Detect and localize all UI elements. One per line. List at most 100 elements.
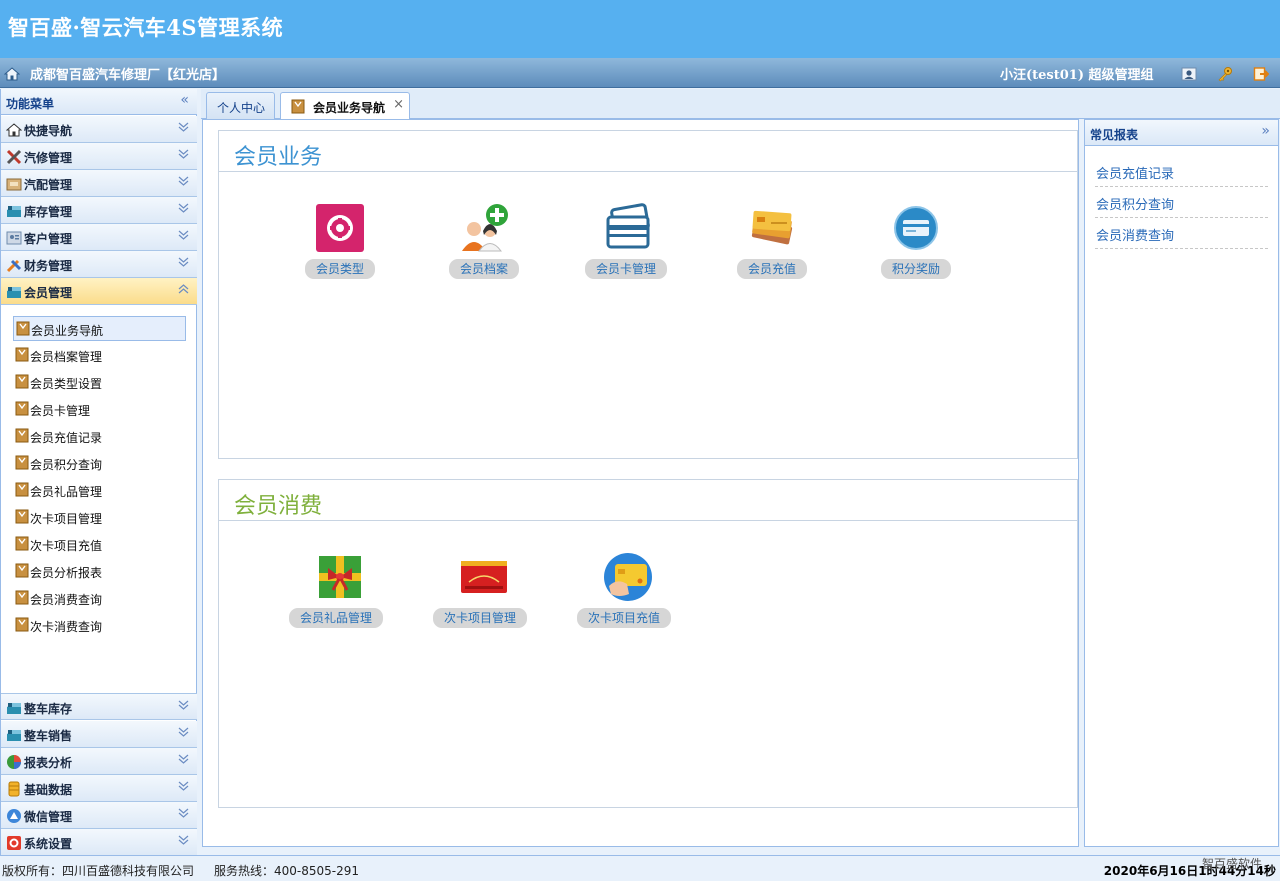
- member-book-icon: [291, 99, 305, 114]
- sub-item-label: 会员卡管理: [30, 404, 91, 418]
- logout-icon[interactable]: [1253, 66, 1269, 82]
- member-book-icon: [15, 563, 29, 578]
- menu-item-label: 整车库存: [24, 702, 73, 716]
- sub-item-card-consumption[interactable]: 次卡消费查询: [13, 613, 186, 638]
- wechat-icon: [7, 809, 21, 823]
- home-icon: [6, 123, 22, 137]
- panel-title: 常见报表: [1090, 128, 1139, 142]
- chevron-down-icon: [178, 122, 189, 132]
- sub-item-recharge-record[interactable]: 会员充值记录: [13, 424, 186, 449]
- sub-item-label: 次卡项目充值: [30, 539, 103, 553]
- chevron-down-icon: [178, 781, 189, 791]
- report-link-consumption[interactable]: 会员消费查询: [1095, 218, 1268, 249]
- sub-item-label: 会员分析报表: [30, 566, 103, 580]
- menu-item-wechat[interactable]: 微信管理: [1, 802, 197, 829]
- menu-item-label: 微信管理: [24, 810, 73, 824]
- contact-icon: [6, 231, 22, 245]
- tile-label: 会员充值: [737, 259, 807, 279]
- tile-member-recharge[interactable]: 会员充值: [721, 203, 821, 283]
- card-circle-icon: [894, 206, 938, 250]
- database-icon: [8, 781, 20, 797]
- tile-member-card[interactable]: 会员卡管理: [577, 203, 677, 283]
- chevron-down-icon: [178, 727, 189, 737]
- member-book-icon: [15, 509, 29, 524]
- tile-label: 次卡项目充值: [577, 608, 671, 628]
- sub-item-member-archive[interactable]: 会员档案管理: [13, 343, 186, 368]
- tab-label: 个人中心: [217, 101, 266, 115]
- tab-member-business-nav[interactable]: 会员业务导航 ×: [280, 92, 410, 120]
- top-banner: 智百盛·智云汽车4S管理系统: [0, 0, 1280, 58]
- report-link-recharge[interactable]: 会员充值记录: [1095, 156, 1268, 187]
- menu-item-parts[interactable]: 汽配管理: [1, 170, 197, 197]
- chevron-down-icon: [178, 149, 189, 159]
- tab-strip: 个人中心 会员业务导航 ×: [201, 89, 1280, 120]
- warehouse-icon: [7, 206, 21, 217]
- chevron-down-icon: [178, 257, 189, 267]
- close-icon[interactable]: ×: [393, 97, 404, 112]
- tile-card-project-management[interactable]: 次卡项目管理: [433, 552, 533, 632]
- panel-header: 会员业务: [219, 131, 1077, 172]
- cards-icon: [606, 203, 650, 249]
- member-book-icon: [15, 428, 29, 443]
- report-link-points[interactable]: 会员积分查询: [1095, 187, 1268, 218]
- sub-item-gift[interactable]: 会员礼品管理: [13, 478, 186, 503]
- sub-item-consumption-query[interactable]: 会员消费查询: [13, 586, 186, 611]
- sub-item-points-query[interactable]: 会员积分查询: [13, 451, 186, 476]
- tile-card-project-recharge[interactable]: 次卡项目充值: [577, 552, 677, 632]
- menu-item-inventory[interactable]: 库存管理: [1, 197, 197, 224]
- menu-item-label: 快捷导航: [24, 124, 73, 138]
- shop-name: 成都智百盛汽车修理厂【红光店】: [30, 68, 226, 83]
- users-add-icon: [462, 204, 508, 252]
- tile-label: 会员礼品管理: [289, 608, 383, 628]
- menu-item-system-settings[interactable]: 系统设置: [1, 829, 197, 856]
- watermark: 智百盛软件: [1201, 857, 1262, 871]
- key-icon[interactable]: [1217, 66, 1233, 82]
- user-profile-icon[interactable]: [1181, 66, 1197, 82]
- credit-cards-icon: [751, 210, 793, 245]
- panel-header: 会员消费: [219, 480, 1077, 521]
- vehicle-stock-icon: [7, 703, 21, 714]
- member-book-icon: [15, 374, 29, 389]
- menu-item-label: 客户管理: [24, 232, 73, 246]
- sub-item-label: 会员充值记录: [30, 431, 103, 445]
- home-icon[interactable]: [4, 66, 20, 82]
- menu-item-base-data[interactable]: 基础数据: [1, 775, 197, 802]
- service-hotline: 服务热线：400-8505-291: [214, 864, 360, 878]
- sub-item-card-project[interactable]: 次卡项目管理: [13, 505, 186, 530]
- sub-item-label: 会员礼品管理: [30, 485, 103, 499]
- menu-item-reports[interactable]: 报表分析: [1, 748, 197, 775]
- menu-item-label: 汽配管理: [24, 178, 73, 192]
- menu-item-member[interactable]: 会员管理: [1, 278, 197, 305]
- sub-item-analysis[interactable]: 会员分析报表: [13, 559, 186, 584]
- menu-item-label: 整车销售: [24, 729, 73, 743]
- chevron-down-icon: [178, 835, 189, 845]
- tile-points-reward[interactable]: 积分奖励: [865, 203, 965, 283]
- collapse-sidebar-icon[interactable]: «: [180, 92, 189, 108]
- menu-item-repair[interactable]: 汽修管理: [1, 143, 197, 170]
- menu-item-finance[interactable]: 财务管理: [1, 251, 197, 278]
- sub-item-label: 会员类型设置: [30, 377, 103, 391]
- expand-icon[interactable]: »: [1261, 123, 1270, 139]
- member-consumption-panel: 会员消费 会员礼品管理 次卡项目管理 次卡项目充值: [218, 479, 1078, 808]
- vehicle-sales-icon: [7, 730, 21, 741]
- tile-member-archive[interactable]: 会员档案: [433, 203, 533, 283]
- sub-item-member-type[interactable]: 会员类型设置: [13, 370, 186, 395]
- main-content: 会员业务 会员类型 会员档案 会员卡管理 会员充值 积分奖励 会员消费 会员礼品…: [202, 119, 1079, 847]
- member-book-icon: [16, 321, 30, 336]
- sub-item-card-recharge[interactable]: 次卡项目充值: [13, 532, 186, 557]
- sub-item-label: 会员业务导航: [31, 324, 104, 338]
- menu-item-quick-nav[interactable]: 快捷导航: [1, 116, 197, 143]
- tab-personal-center[interactable]: 个人中心: [206, 92, 275, 119]
- menu-item-label: 汽修管理: [24, 151, 73, 165]
- sub-item-label: 会员档案管理: [30, 350, 103, 364]
- sidebar: 功能菜单 « 快捷导航 汽修管理 汽配管理 库存管理 客户管理 财务管理 会员管…: [0, 89, 197, 856]
- menu-item-customer[interactable]: 客户管理: [1, 224, 197, 251]
- sub-item-member-business-nav[interactable]: 会员业务导航: [13, 316, 186, 341]
- menu-item-vehicle-stock[interactable]: 整车库存: [1, 693, 197, 720]
- sub-item-member-card[interactable]: 会员卡管理: [13, 397, 186, 422]
- chevron-down-icon: [178, 754, 189, 764]
- tile-member-type[interactable]: 会员类型: [289, 203, 389, 283]
- panel-title: 会员业务: [234, 145, 323, 170]
- menu-item-vehicle-sales[interactable]: 整车销售: [1, 721, 197, 748]
- tile-gift-management[interactable]: 会员礼品管理: [289, 552, 389, 632]
